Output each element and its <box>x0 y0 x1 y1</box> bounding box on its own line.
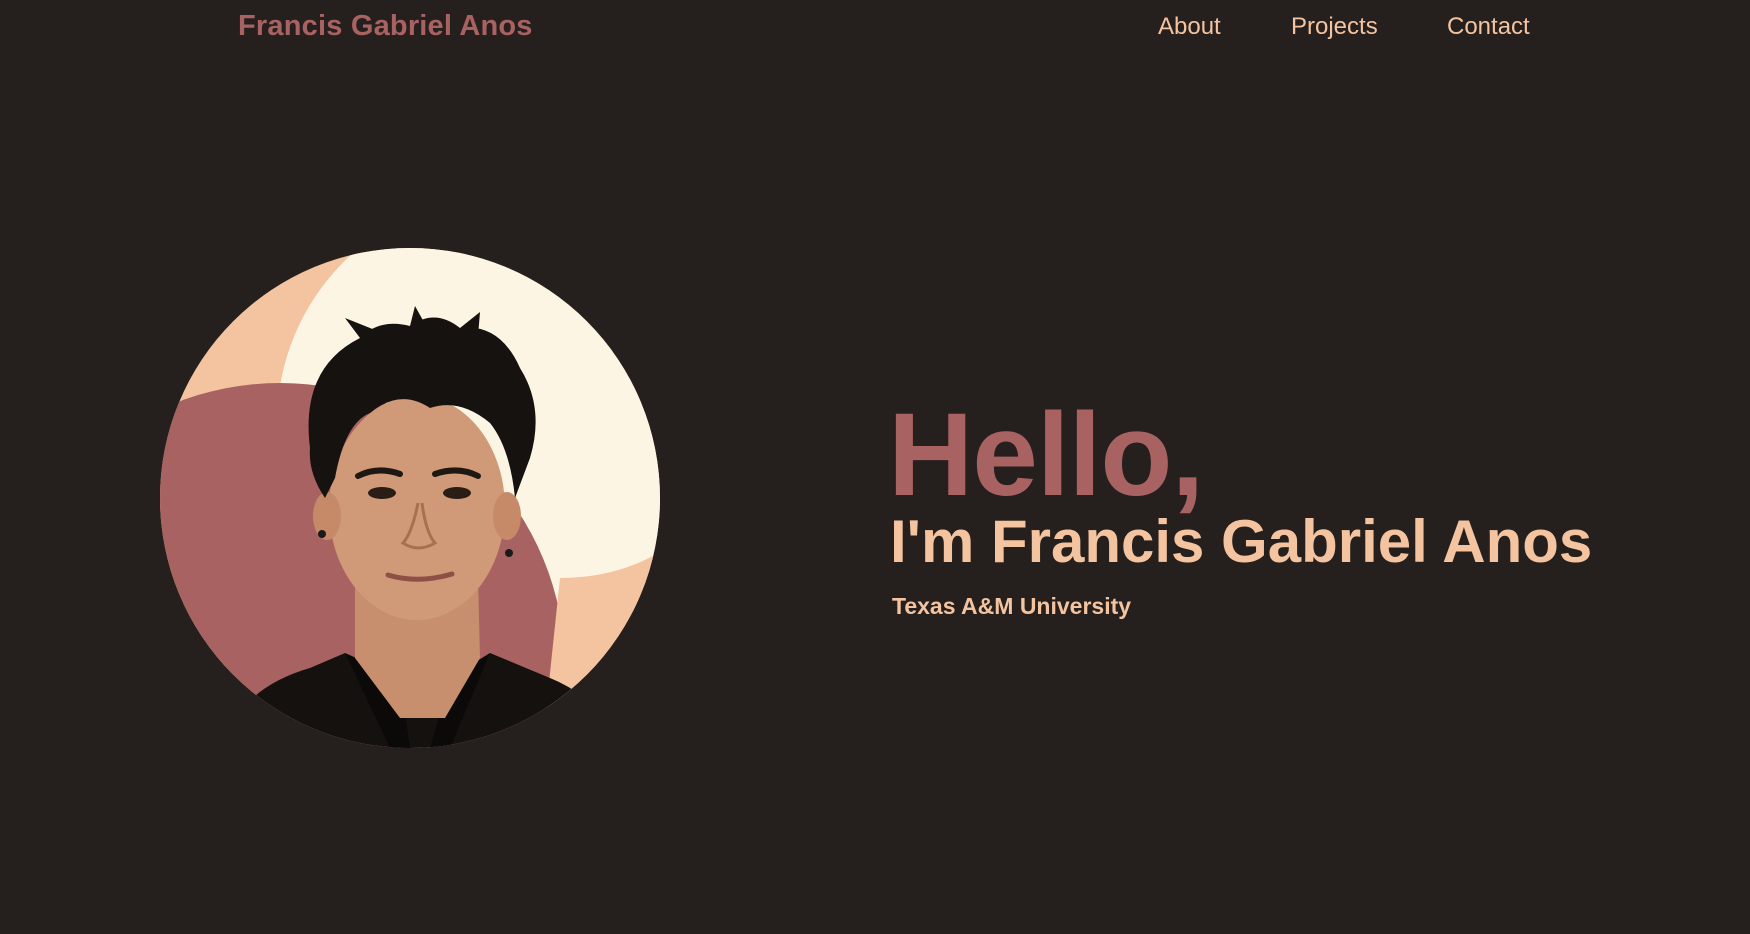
hero-subtitle: Texas A&M University <box>892 593 1132 619</box>
hero-greeting: Hello, <box>888 389 1204 521</box>
profile-photo <box>160 248 660 748</box>
nav-link-projects[interactable]: Projects <box>1291 13 1378 41</box>
hero-section: Hello, I'm Francis Gabriel Anos Texas A&… <box>888 395 1592 620</box>
profile-photo-illustration <box>160 248 660 748</box>
page: Francis Gabriel Anos About Projects Cont… <box>0 0 1750 934</box>
nav-link-about[interactable]: About <box>1158 13 1221 41</box>
nav-link-contact[interactable]: Contact <box>1447 13 1530 41</box>
main-nav: About Projects Contact <box>0 13 1750 47</box>
hero-name: I'm Francis Gabriel Anos <box>890 508 1593 575</box>
